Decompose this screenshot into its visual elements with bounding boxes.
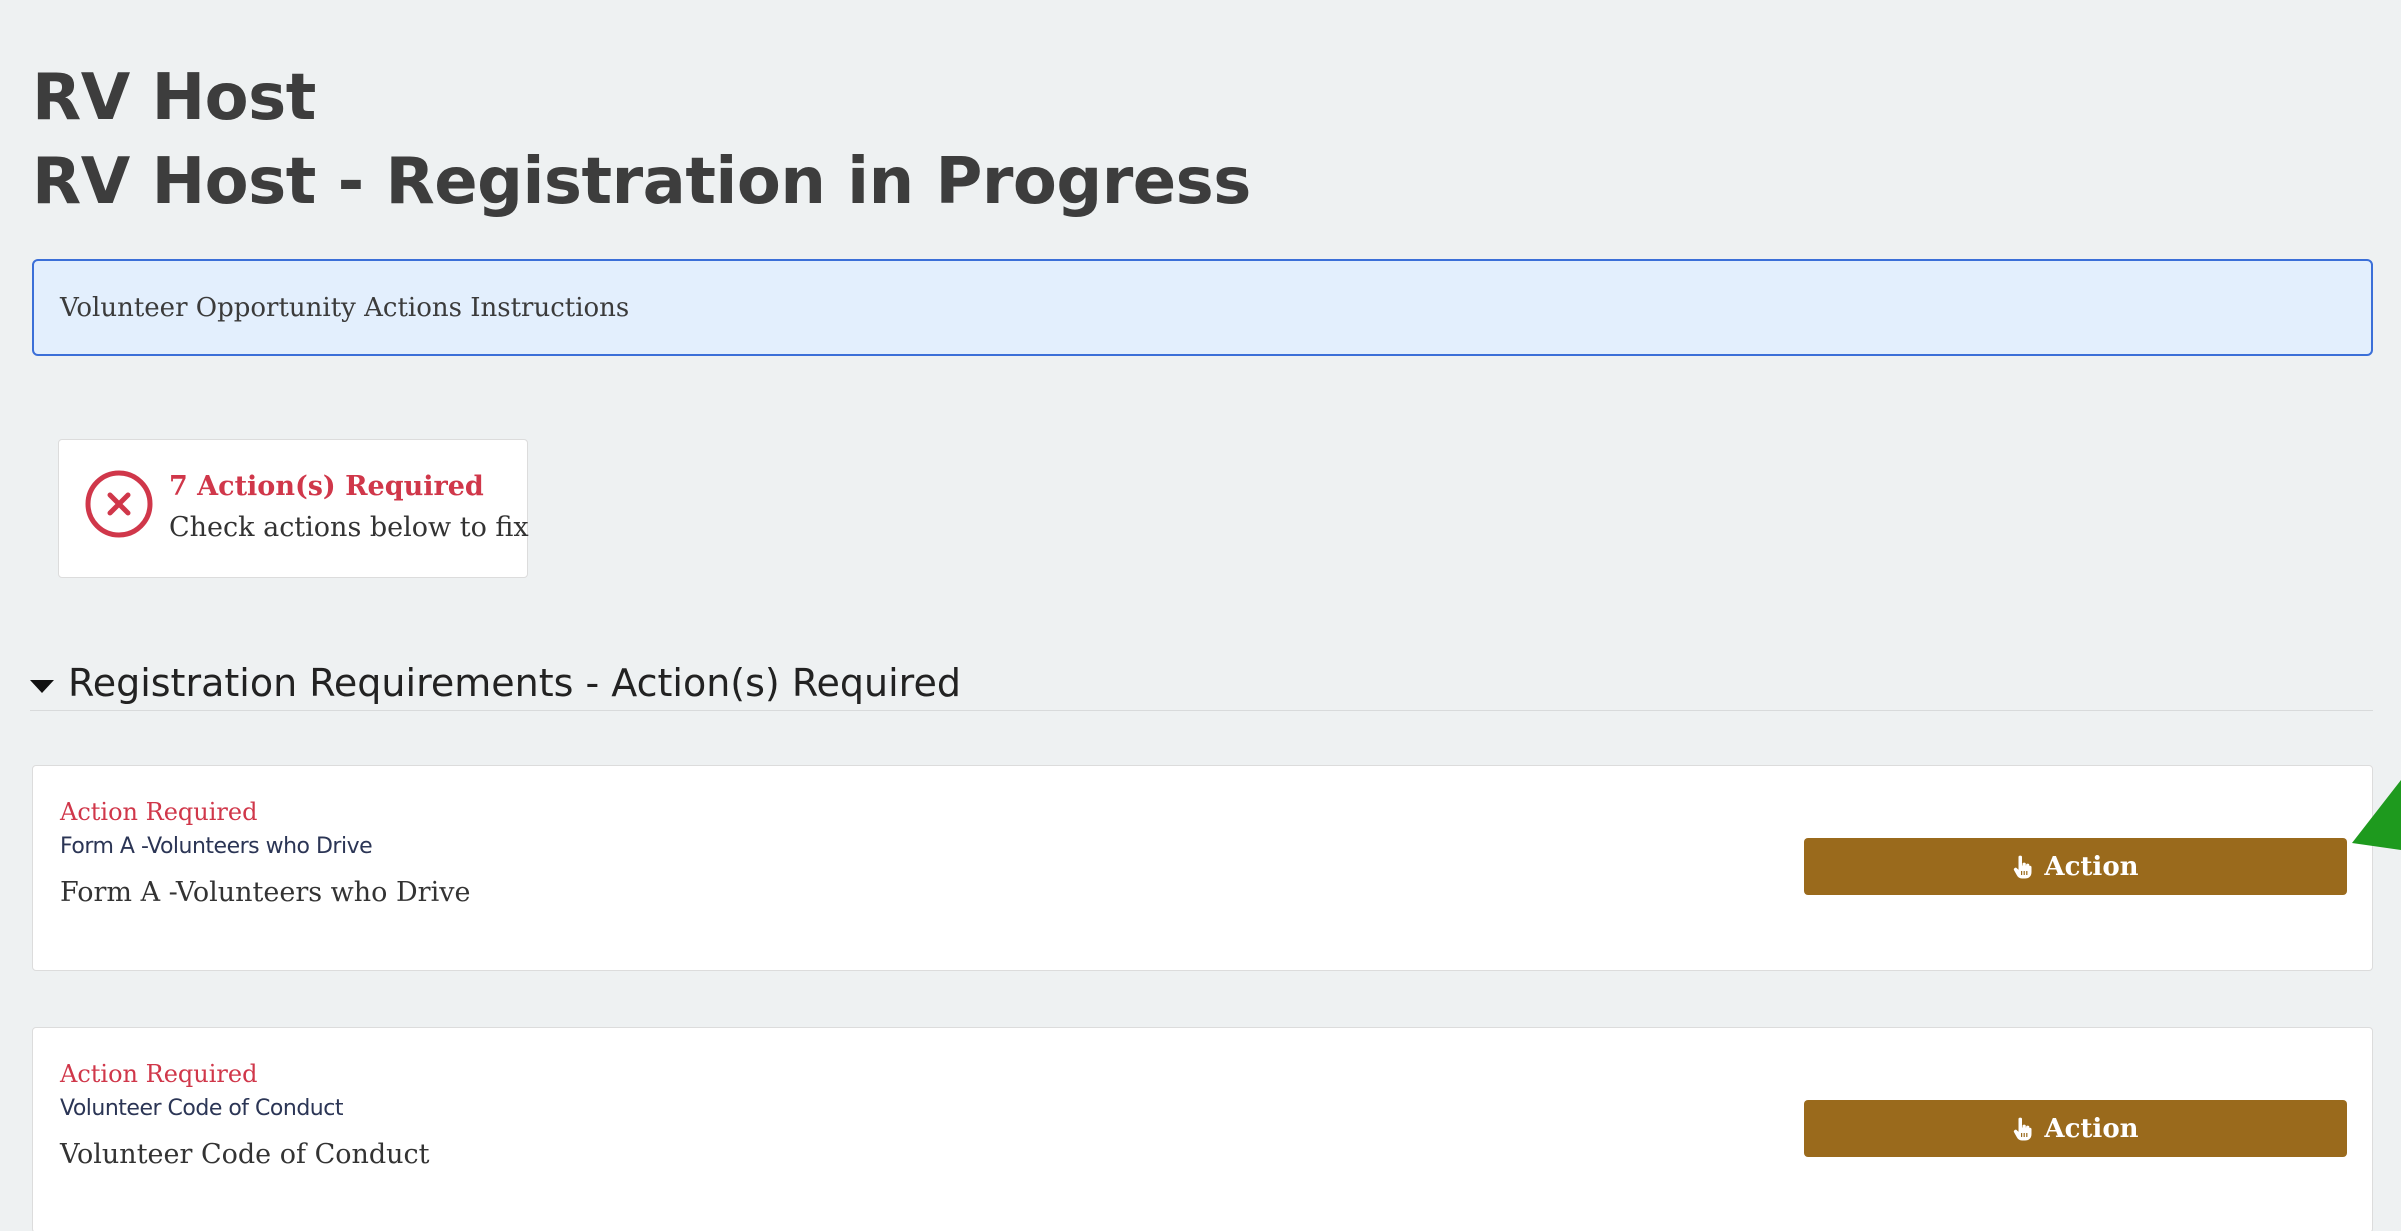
status-title: 7 Action(s) Required xyxy=(169,471,484,502)
hand-pointer-icon xyxy=(2014,1117,2032,1140)
requirement-card: Action Required Form A -Volunteers who D… xyxy=(32,765,2373,971)
page: RV Host RV Host - Registration in Progre… xyxy=(0,0,2401,1231)
pointer-arrow-icon xyxy=(2352,780,2401,850)
requirement-title: Volunteer Code of Conduct xyxy=(60,1096,343,1121)
instructions-panel[interactable]: Volunteer Opportunity Actions Instructio… xyxy=(32,259,2373,356)
instructions-label[interactable]: Volunteer Opportunity Actions Instructio… xyxy=(60,293,629,323)
page-subtitle: RV Host - Registration in Progress xyxy=(32,145,1251,219)
requirement-status: Action Required xyxy=(60,1060,258,1088)
section-header-registration-requirements[interactable]: Registration Requirements - Action(s) Re… xyxy=(30,656,2373,711)
hand-pointer-icon xyxy=(2014,855,2032,878)
page-titles: RV Host RV Host - Registration in Progre… xyxy=(32,56,1251,224)
section-title[interactable]: Registration Requirements - Action(s) Re… xyxy=(68,661,961,705)
status-text: 7 Action(s) Required Check actions below… xyxy=(169,466,529,548)
requirement-card: Action Required Volunteer Code of Conduc… xyxy=(32,1027,2373,1231)
caret-down-icon[interactable] xyxy=(30,679,54,693)
requirement-title: Form A -Volunteers who Drive xyxy=(60,834,373,859)
action-button[interactable]: Action xyxy=(1804,838,2347,895)
x-circle-icon xyxy=(85,470,153,538)
action-button-label[interactable]: Action xyxy=(2044,1114,2138,1144)
action-button[interactable]: Action xyxy=(1804,1100,2347,1157)
page-title: RV Host xyxy=(32,61,316,135)
status-summary-card: 7 Action(s) Required Check actions below… xyxy=(58,439,529,578)
status-subtitle: Check actions below to fix xyxy=(169,512,529,543)
requirement-description: Volunteer Code of Conduct xyxy=(60,1139,430,1170)
requirement-description: Form A -Volunteers who Drive xyxy=(60,877,471,908)
action-button-label[interactable]: Action xyxy=(2044,852,2138,882)
requirement-status: Action Required xyxy=(60,798,258,826)
